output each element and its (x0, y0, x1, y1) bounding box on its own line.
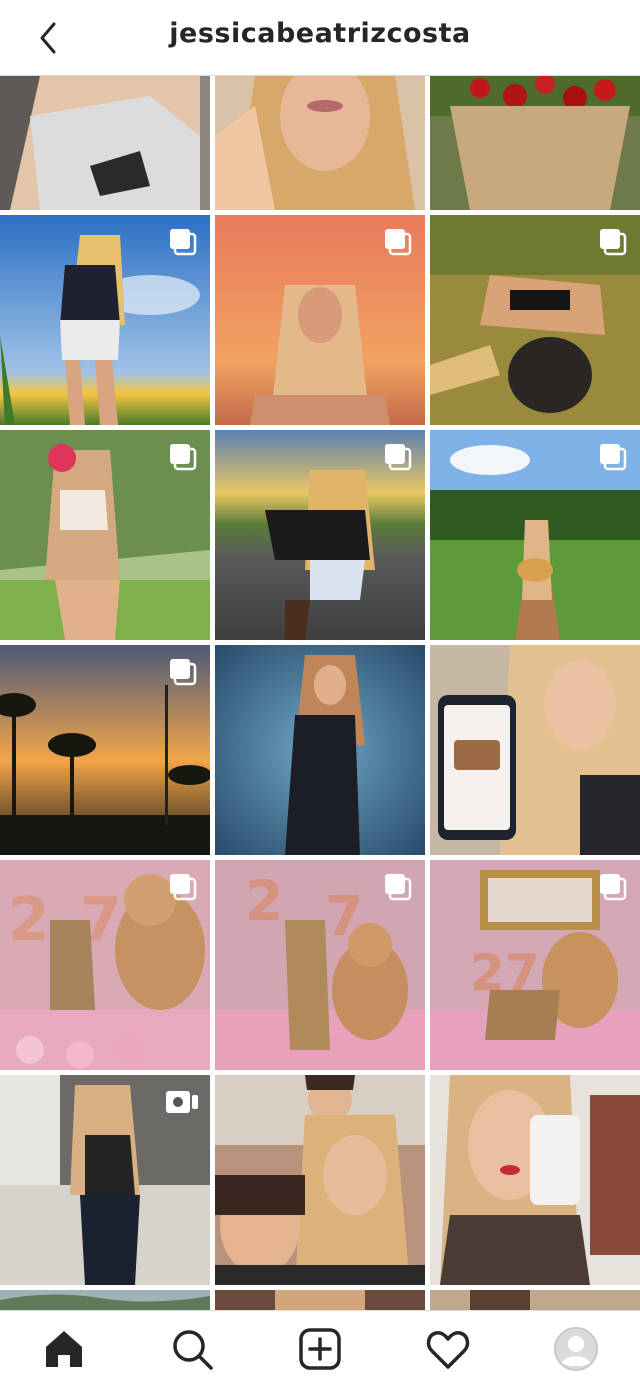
svg-text:2: 2 (245, 869, 283, 933)
carousel-icon (385, 229, 412, 256)
carousel-icon (170, 659, 197, 686)
heart-icon (426, 1331, 470, 1369)
home-tab[interactable] (40, 1325, 88, 1373)
carousel-icon (385, 444, 412, 471)
grid-post-19[interactable] (0, 1290, 210, 1310)
post-thumbnail (215, 1290, 425, 1310)
post-grid: 2 7 2 7 27 (0, 76, 640, 1310)
grid-post-17[interactable] (215, 1075, 425, 1285)
post-thumbnail (215, 76, 425, 210)
carousel-icon (170, 874, 197, 901)
carousel-icon (600, 874, 627, 901)
avatar-icon (554, 1327, 598, 1371)
activity-tab[interactable] (424, 1325, 472, 1373)
carousel-icon (385, 874, 412, 901)
post-thumbnail (0, 76, 210, 210)
top-bar: jessicabeatrizcosta (0, 0, 640, 76)
grid-post-20[interactable] (215, 1290, 425, 1310)
new-post-tab[interactable] (296, 1325, 344, 1373)
plus-square-icon (299, 1328, 341, 1370)
post-thumbnail (430, 1290, 640, 1310)
carousel-icon (170, 444, 197, 471)
carousel-icon (600, 444, 627, 471)
home-icon (46, 1331, 82, 1367)
svg-text:2: 2 (8, 885, 50, 955)
search-tab[interactable] (168, 1325, 216, 1373)
post-thumbnail (215, 645, 425, 855)
carousel-icon (170, 229, 197, 256)
grid-post-3[interactable] (430, 76, 640, 210)
grid-post-18[interactable] (430, 1075, 640, 1285)
post-thumbnail (0, 1290, 210, 1310)
post-thumbnail (430, 645, 640, 855)
profile-tab[interactable] (552, 1325, 600, 1373)
search-icon (173, 1330, 213, 1370)
grid-post-2[interactable] (215, 76, 425, 210)
bottom-nav (0, 1310, 640, 1386)
grid-post-1[interactable] (0, 76, 210, 210)
grid-post-12[interactable] (430, 645, 640, 855)
grid-post-21[interactable] (430, 1290, 640, 1310)
profile-username: jessicabeatrizcosta (169, 18, 471, 49)
video-icon (166, 1091, 198, 1113)
carousel-icon (600, 229, 627, 256)
post-thumbnail (430, 1075, 640, 1285)
post-thumbnail (430, 76, 640, 210)
post-thumbnail (215, 1075, 425, 1285)
grid-post-11[interactable] (215, 645, 425, 855)
